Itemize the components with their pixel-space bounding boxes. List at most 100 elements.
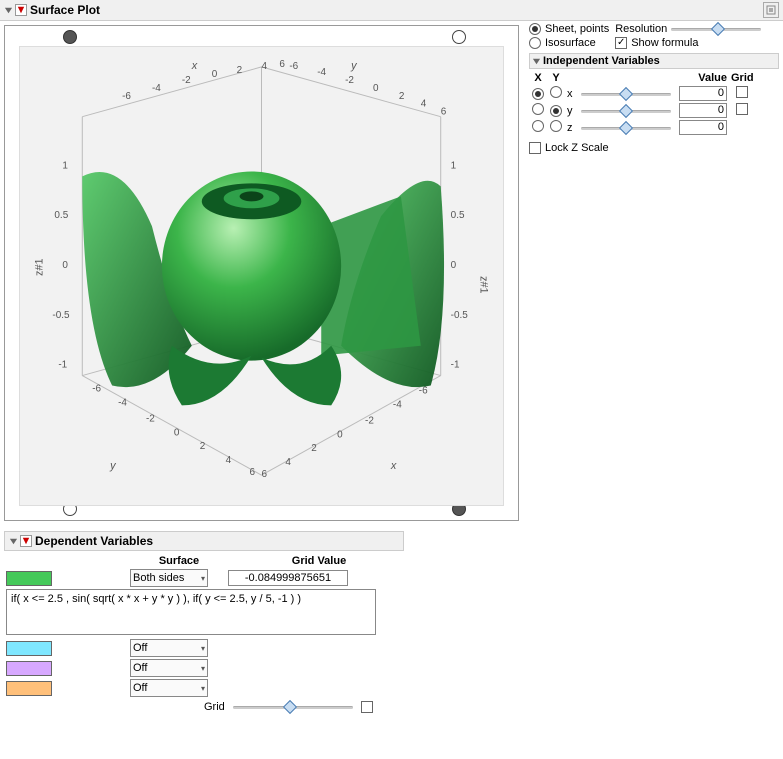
svg-text:6: 6 (250, 467, 256, 478)
plot-3d-area[interactable]: -6-4-2 0246 -6-4-2 0246 -6-4-2 0246 -6-4… (19, 46, 504, 506)
var-value-z[interactable]: 0 (679, 120, 727, 135)
var-name: x (565, 87, 579, 101)
svg-text:-6: -6 (122, 91, 131, 102)
dep-row-2: Off▾ (4, 639, 779, 657)
svg-text:x: x (390, 460, 397, 472)
lock-z-label: Lock Z Scale (545, 142, 609, 154)
svg-text:-2: -2 (182, 75, 191, 86)
var-name: y (565, 104, 579, 118)
svg-text:1: 1 (62, 160, 68, 171)
color-swatch[interactable] (6, 661, 52, 676)
svg-text:0: 0 (337, 429, 343, 440)
svg-text:0: 0 (373, 83, 379, 94)
svg-text:-0.5: -0.5 (451, 310, 469, 321)
dep-row-1: Both sides▾ -0.084999875651 (4, 569, 779, 587)
dependent-title: Dependent Variables (35, 534, 153, 548)
svg-text:2: 2 (399, 91, 405, 102)
svg-text:4: 4 (262, 61, 268, 72)
x-radio-x[interactable] (532, 88, 544, 100)
lock-z-check[interactable] (529, 142, 541, 154)
var-value-x[interactable]: 0 (679, 86, 727, 101)
z-radio-x[interactable] (532, 120, 544, 132)
var-row: z 0 (529, 119, 779, 136)
color-swatch[interactable] (6, 641, 52, 656)
svg-text:-0.5: -0.5 (52, 310, 70, 321)
svg-text:-2: -2 (365, 415, 374, 426)
svg-text:6: 6 (441, 107, 447, 118)
surface-col-head: Surface (114, 555, 244, 567)
grid-check[interactable] (361, 701, 373, 713)
title-bar: Surface Plot (0, 0, 783, 21)
svg-text:-1: -1 (58, 360, 67, 371)
svg-text:0.5: 0.5 (54, 210, 68, 221)
independent-title: Independent Variables (543, 55, 660, 67)
y-radio-x[interactable] (532, 103, 544, 115)
plot-frame[interactable]: -6-4-2 0246 -6-4-2 0246 -6-4-2 0246 -6-4… (4, 25, 519, 521)
axis-x-label: x (191, 60, 198, 72)
surface-mode-select[interactable]: Off▾ (130, 679, 208, 697)
dependent-header: Dependent Variables (4, 531, 404, 551)
svg-text:-4: -4 (118, 397, 127, 408)
rotate-handle-tl[interactable] (63, 30, 77, 44)
svg-text:-2: -2 (146, 413, 155, 424)
resolution-slider[interactable] (671, 23, 761, 35)
mode-sheet-label: Sheet, points (545, 23, 609, 35)
col-head-y: Y (547, 71, 565, 85)
formula-box[interactable]: if( x <= 2.5 , sin( sqrt( x * x + y * y … (6, 589, 376, 635)
var-row: y 0 (529, 102, 779, 119)
svg-text:-6: -6 (419, 385, 428, 396)
svg-text:2: 2 (311, 443, 317, 454)
var-value-y[interactable]: 0 (679, 103, 727, 118)
var-slider-z[interactable] (581, 122, 671, 134)
menu-triangle-icon[interactable] (15, 4, 27, 16)
rotate-handle-tr[interactable] (452, 30, 466, 44)
svg-text:2: 2 (200, 441, 206, 452)
x-radio-y[interactable] (550, 86, 562, 98)
gridval-col-head: Grid Value (244, 555, 394, 567)
svg-text:0: 0 (174, 427, 180, 438)
disclosure-icon[interactable] (9, 537, 18, 546)
svg-text:0: 0 (212, 69, 218, 80)
surface-mode-select[interactable]: Off▾ (130, 639, 208, 657)
dep-row-3: Off▾ (4, 659, 779, 677)
z-radio-y[interactable] (550, 120, 562, 132)
svg-text:4: 4 (226, 455, 232, 466)
mode-iso-radio[interactable] (529, 37, 541, 49)
surface-mode-select[interactable]: Off▾ (130, 659, 208, 677)
col-head-grid: Grid (729, 71, 755, 85)
menu-triangle-icon[interactable] (20, 535, 32, 547)
svg-text:6: 6 (279, 59, 285, 70)
resolution-label: Resolution (615, 23, 667, 35)
grid-value-box[interactable]: -0.084999875651 (228, 570, 348, 586)
svg-text:4: 4 (285, 457, 291, 468)
svg-text:2: 2 (237, 65, 243, 76)
grid-slider[interactable] (233, 701, 353, 713)
svg-text:0.5: 0.5 (451, 210, 465, 221)
surface-mode-select[interactable]: Both sides▾ (130, 569, 208, 587)
svg-text:0: 0 (62, 260, 68, 271)
show-formula-check[interactable] (615, 37, 627, 49)
var-slider-y[interactable] (581, 105, 671, 117)
var-grid-x[interactable] (736, 86, 748, 98)
color-swatch[interactable] (6, 681, 52, 696)
disclosure-icon[interactable] (532, 57, 541, 66)
svg-text:4: 4 (421, 99, 427, 110)
var-grid-y[interactable] (736, 103, 748, 115)
show-formula-label: Show formula (631, 37, 698, 49)
axis-z-label: z#1 (33, 258, 45, 276)
surface-svg: -6-4-2 0246 -6-4-2 0246 -6-4-2 0246 -6-4… (20, 47, 503, 505)
var-row: x 0 (529, 85, 779, 102)
svg-text:-4: -4 (317, 67, 326, 78)
settings-icon[interactable] (763, 2, 779, 18)
y-radio-y[interactable] (550, 105, 562, 117)
svg-text:6: 6 (262, 469, 268, 480)
svg-text:-6: -6 (289, 61, 298, 72)
svg-text:-6: -6 (92, 383, 101, 394)
svg-text:-4: -4 (393, 399, 402, 410)
color-swatch[interactable] (6, 571, 52, 586)
svg-text:-2: -2 (345, 75, 354, 86)
mode-sheet-radio[interactable] (529, 23, 541, 35)
dep-row-4: Off▾ (4, 679, 779, 697)
disclosure-icon[interactable] (4, 6, 13, 15)
var-slider-x[interactable] (581, 88, 671, 100)
